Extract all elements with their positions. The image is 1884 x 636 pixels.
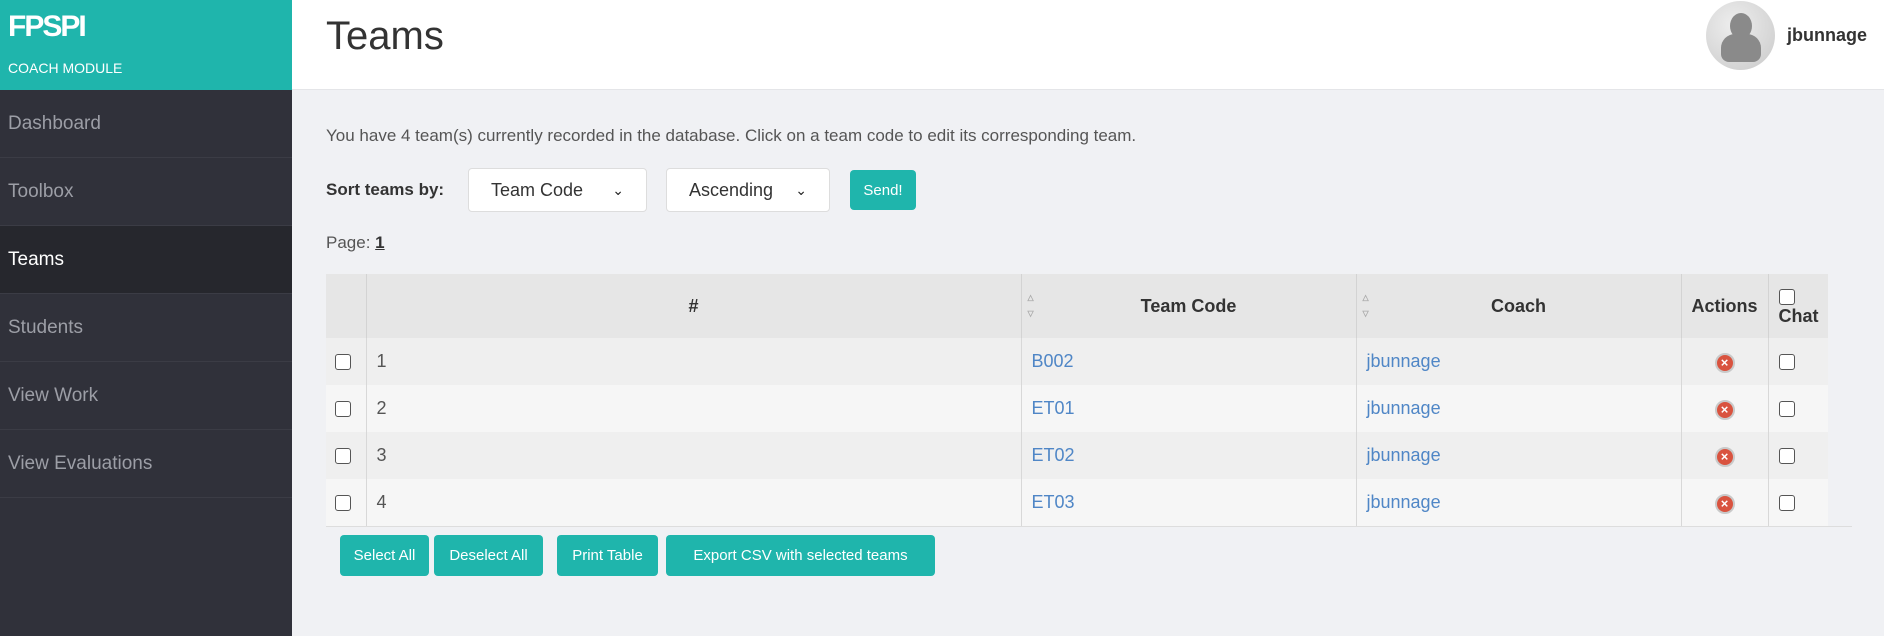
username[interactable]: jbunnage	[1787, 25, 1867, 46]
sort-icon[interactable]: △ ▽	[1363, 290, 1369, 322]
table-row: 4 ET03 jbunnage ×	[326, 479, 1828, 526]
delete-icon[interactable]: ×	[1714, 399, 1735, 420]
sort-label: Sort teams by:	[326, 180, 445, 199]
delete-icon[interactable]: ×	[1714, 446, 1735, 467]
row-select-cell	[326, 385, 366, 432]
coach-cell: jbunnage	[1355, 432, 1681, 479]
column-header-coach[interactable]: △ ▽ Coach	[1355, 274, 1681, 338]
column-header-actions: Actions	[1680, 274, 1768, 338]
column-header-number[interactable]: #	[365, 274, 1021, 338]
divider	[326, 526, 1852, 527]
row-number: 3	[365, 432, 1021, 479]
row-checkbox[interactable]	[335, 495, 351, 512]
select-column-header	[326, 274, 366, 338]
sort-field-value: Team Code	[491, 179, 584, 200]
chat-checkbox[interactable]	[1778, 448, 1795, 465]
chat-cell	[1767, 432, 1828, 479]
actions-cell: ×	[1680, 338, 1768, 385]
team-code-cell: ET02	[1020, 432, 1356, 479]
print-table-button[interactable]: Print Table	[557, 535, 658, 576]
delete-icon[interactable]: ×	[1714, 493, 1735, 514]
team-code-cell: ET03	[1020, 479, 1356, 526]
sidebar-item-teams[interactable]: Teams	[0, 226, 292, 294]
sidebar: FPSPI COACH MODULE Dashboard Toolbox Tea…	[0, 0, 292, 636]
coach-cell: jbunnage	[1355, 479, 1681, 526]
user-icon-body	[1721, 34, 1761, 62]
row-number: 1	[365, 338, 1021, 385]
header: Teams jbunnage	[292, 0, 1884, 90]
sidebar-item-toolbox[interactable]: Toolbox	[0, 158, 292, 226]
coach-link[interactable]: jbunnage	[1367, 492, 1441, 512]
chat-cell	[1767, 385, 1828, 432]
chat-header-label: Chat	[1778, 306, 1819, 326]
row-select-cell	[326, 338, 366, 385]
sort-order-select[interactable]: Ascending ⌄	[666, 168, 830, 212]
actions-cell: ×	[1680, 385, 1768, 432]
coach-cell: jbunnage	[1355, 338, 1681, 385]
table-row: 2 ET01 jbunnage ×	[326, 385, 1828, 432]
team-code-link[interactable]: B002	[1032, 351, 1074, 371]
module-subtitle: COACH MODULE	[8, 60, 123, 76]
row-select-cell	[326, 432, 366, 479]
export-csv-button[interactable]: Export CSV with selected teams	[666, 535, 935, 576]
table-row: 1 B002 jbunnage ×	[326, 338, 1828, 385]
chat-checkbox[interactable]	[1778, 495, 1795, 512]
row-checkbox[interactable]	[335, 448, 351, 465]
sort-icon[interactable]: △ ▽	[1028, 290, 1034, 322]
sort-controls: Sort teams by: Team Code ⌄ Ascending ⌄ Sen…	[326, 168, 916, 212]
team-code-link[interactable]: ET03	[1032, 492, 1075, 512]
team-code-link[interactable]: ET01	[1032, 398, 1075, 418]
actions-cell: ×	[1680, 432, 1768, 479]
row-checkbox[interactable]	[335, 354, 351, 371]
deselect-all-button[interactable]: Deselect All	[434, 535, 543, 576]
logo: FPSPI	[8, 10, 87, 43]
chat-cell	[1767, 479, 1828, 526]
team-code-link[interactable]: ET02	[1032, 445, 1075, 465]
column-header-chat: Chat	[1767, 274, 1828, 338]
actions-cell: ×	[1680, 479, 1768, 526]
sort-order-value: Ascending	[689, 179, 774, 200]
team-code-header-label: Team Code	[1140, 295, 1237, 316]
coach-cell: jbunnage	[1355, 385, 1681, 432]
sidebar-item-dashboard[interactable]: Dashboard	[0, 90, 292, 158]
team-code-cell: ET01	[1020, 385, 1356, 432]
row-number: 4	[365, 479, 1021, 526]
chat-select-all-checkbox[interactable]	[1778, 289, 1795, 306]
select-all-button[interactable]: Select All	[340, 535, 429, 576]
row-number: 2	[365, 385, 1021, 432]
avatar[interactable]	[1706, 1, 1775, 70]
coach-header-label: Coach	[1490, 295, 1546, 316]
delete-icon[interactable]: ×	[1714, 352, 1735, 373]
coach-link[interactable]: jbunnage	[1367, 445, 1441, 465]
sidebar-item-students[interactable]: Students	[0, 294, 292, 362]
sort-field-select[interactable]: Team Code ⌄	[468, 168, 647, 212]
coach-link[interactable]: jbunnage	[1367, 351, 1441, 371]
row-select-cell	[326, 479, 366, 526]
intro-text: You have 4 team(s) currently recorded in…	[326, 126, 1137, 145]
page-title: Teams	[326, 14, 444, 58]
pagination: Page: 1	[326, 233, 385, 253]
table-header-row: # △ ▽ Team Code △ ▽ Coach Actions Chat	[326, 274, 1828, 338]
row-checkbox[interactable]	[335, 401, 351, 418]
column-header-team-code[interactable]: △ ▽ Team Code	[1020, 274, 1356, 338]
table-row: 3 ET02 jbunnage ×	[326, 432, 1828, 479]
teams-table: # △ ▽ Team Code △ ▽ Coach Actions Chat 1 B00…	[326, 274, 1828, 526]
chat-checkbox[interactable]	[1778, 401, 1795, 418]
sidebar-item-view-evaluations[interactable]: View Evaluations	[0, 430, 292, 498]
sidebar-item-view-work[interactable]: View Work	[0, 362, 292, 430]
chevron-down-icon: ⌄	[612, 181, 624, 198]
page-label: Page:	[326, 233, 371, 252]
send-button[interactable]: Send!	[850, 170, 916, 210]
team-code-cell: B002	[1020, 338, 1356, 385]
coach-link[interactable]: jbunnage	[1367, 398, 1441, 418]
chevron-down-icon: ⌄	[795, 181, 807, 198]
chat-cell	[1767, 338, 1828, 385]
chat-checkbox[interactable]	[1778, 354, 1795, 371]
brand: FPSPI COACH MODULE	[0, 0, 292, 90]
page-link-1[interactable]: 1	[375, 233, 384, 252]
